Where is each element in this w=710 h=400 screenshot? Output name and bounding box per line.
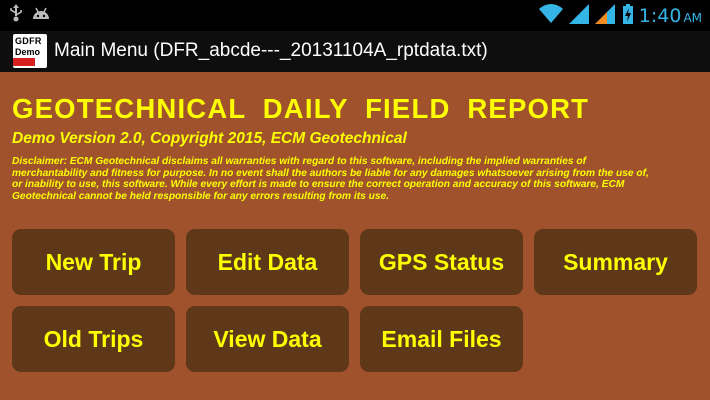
gps-status-button[interactable]: GPS Status: [360, 229, 523, 295]
status-bar: 1:40 AM: [0, 0, 710, 31]
email-files-button[interactable]: Email Files: [360, 306, 523, 372]
new-trip-button[interactable]: New Trip: [12, 229, 175, 295]
summary-button[interactable]: Summary: [534, 229, 697, 295]
signal-icon-2: [594, 3, 617, 29]
action-bar: GDFR Demo Main Menu (DFR_abcde---_201311…: [0, 31, 710, 72]
android-icon: [32, 6, 50, 25]
page-title: GEOTECHNICAL DAILY FIELD REPORT: [12, 93, 590, 124]
signal-icon: [568, 3, 589, 29]
app-icon-line2: Demo: [15, 47, 41, 57]
page-subtitle: Demo Version 2.0, Copyright 2015, ECM Ge…: [12, 130, 407, 147]
clock: 1:40 AM: [639, 5, 702, 27]
usb-icon: [10, 3, 22, 27]
clock-ampm: AM: [683, 11, 702, 25]
clock-time: 1:40: [638, 5, 682, 27]
app-icon[interactable]: GDFR Demo: [13, 34, 47, 68]
app-icon-line1: GDFR: [15, 36, 42, 46]
wifi-icon: [538, 3, 563, 29]
window-title: Main Menu (DFR_abcde---_20131104A_rptdat…: [54, 40, 488, 61]
main-content: GEOTECHNICAL DAILY FIELD REPORT Demo Ver…: [0, 72, 710, 400]
battery-icon: [622, 3, 633, 29]
old-trips-button[interactable]: Old Trips: [12, 306, 175, 372]
edit-data-button[interactable]: Edit Data: [186, 229, 349, 295]
app-icon-stripe: [13, 58, 35, 66]
disclaimer-text: Disclaimer: ECM Geotechnical disclaims a…: [12, 156, 649, 202]
view-data-button[interactable]: View Data: [186, 306, 349, 372]
